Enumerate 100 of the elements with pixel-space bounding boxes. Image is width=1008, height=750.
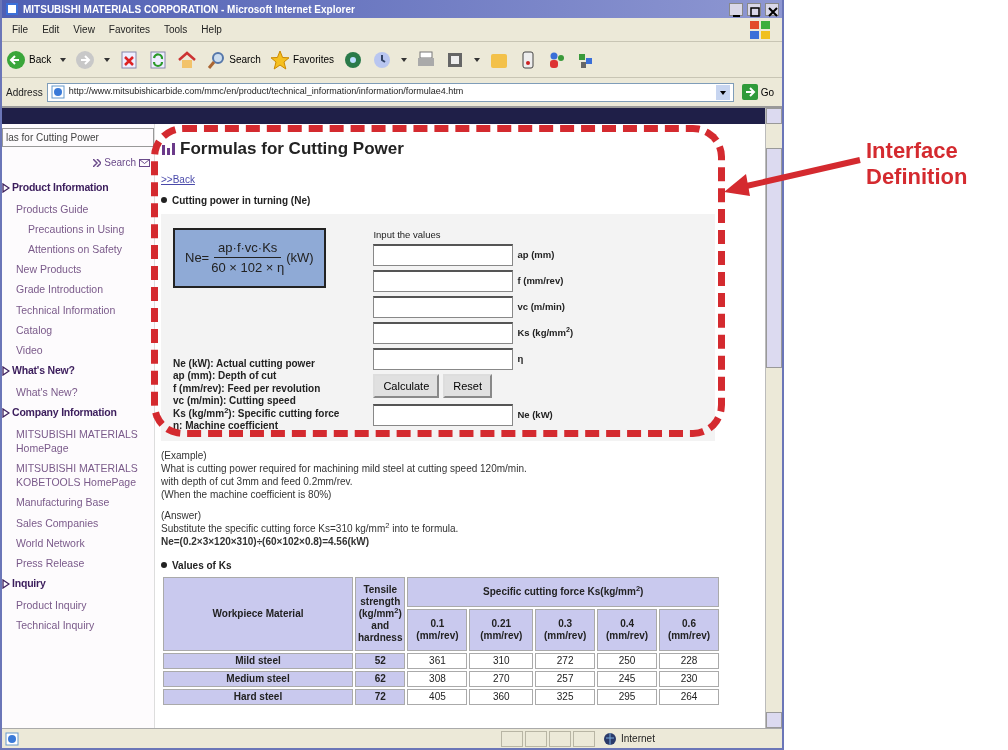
example-text: (When the machine coefficient is 80%) [161,487,333,501]
sidebar-link[interactable]: Technical Inquiry [16,618,154,633]
sidebar-link[interactable]: Video [16,342,154,358]
globe-icon [603,731,617,746]
home-icon[interactable] [177,49,198,70]
window-title: MITSUBISHI MATERIALS CORPORATION - Microsoft Internet Explorer [23,2,356,17]
table-cell: 361 [407,652,468,669]
input-field[interactable] [373,321,514,344]
input-field[interactable] [373,295,514,318]
table-cell: 230 [659,670,719,687]
sidebar-link[interactable]: Technical Information [16,302,154,317]
sidebar-link[interactable]: World Network [16,535,154,550]
sidebar-link[interactable]: Precautions in Using [28,221,154,237]
status-pane [573,730,595,747]
address-field[interactable]: http://www.mitsubishicarbide.com/mmc/en/product/technical_information/information/formulae4.htm [46,82,734,102]
back-link[interactable]: >>Back [161,171,195,187]
table-cell: 72 [355,688,406,705]
form-heading: Input the values [373,227,442,242]
back-button[interactable]: Back [6,49,52,70]
sidebar-link[interactable]: Catalog [16,322,154,337]
table-cell: 308 [407,670,468,687]
table-heading: Values of Ks [172,558,232,573]
page-icon [5,731,19,746]
zone-label: Internet [621,732,655,746]
menu-item[interactable]: Tools [164,22,188,37]
sidebar-link[interactable]: Manufacturing Base [16,495,154,510]
table-cell: Hard steel [163,688,353,705]
triangle-icon [2,579,10,590]
sidebar-link[interactable]: New Products [16,262,154,277]
table-cell: Medium steel [163,670,353,687]
input-field[interactable] [373,347,514,370]
sidebar-link[interactable]: Product Inquiry [16,597,154,613]
example-heading: (Example) [161,448,208,462]
media-icon[interactable] [343,49,364,70]
table-cell: 360 [469,688,534,705]
menu-item[interactable]: File [12,22,29,37]
maximize-button[interactable] [747,2,761,16]
caret-icon[interactable] [104,57,111,62]
table-cell: 245 [597,670,658,687]
go-button[interactable]: Go [737,84,778,100]
caret-icon[interactable] [401,57,408,62]
windows-flag-icon [748,18,772,41]
table-cell: 325 [535,688,596,705]
example-text: What is cutting power required for machining mild steel at cutting speed 120m/min. [161,461,528,475]
refresh-icon[interactable] [148,49,169,70]
sidebar-link[interactable]: Press Release [16,556,154,571]
triangle-icon [2,366,10,376]
search-link[interactable]: Search [104,155,136,170]
minimize-button[interactable] [729,2,743,16]
page-icon [5,2,19,16]
menu-item[interactable]: Help [201,22,222,37]
sidebar-link[interactable]: What's New? [16,384,154,400]
sidebar-heading[interactable]: What's New? [12,363,75,379]
stop-icon[interactable] [119,49,140,70]
chevron-icon [93,158,102,167]
bullet-icon [161,197,167,203]
example-text: with depth of cut 3mm and feed 0.2mm/rev. [161,474,354,488]
column-header: Workpiece Material [163,576,353,651]
form-button[interactable]: Reset [443,373,493,398]
status-pane [525,730,547,747]
field-label: vc (m/min) [517,299,565,314]
column-header: 0.6 (mm/rev) [659,608,719,651]
go-arrow-icon [741,84,758,100]
input-field[interactable] [373,269,514,292]
column-header: 0.21 (mm/rev) [469,608,534,651]
caret-icon[interactable] [60,57,67,62]
sidebar-heading[interactable]: Product Information [12,180,109,196]
input-field[interactable] [373,243,514,266]
table-cell: 264 [659,688,719,705]
bullet-icon [161,562,167,568]
menu-item[interactable]: Favorites [108,22,150,37]
column-header: 0.3 (mm/rev) [535,608,596,651]
triangle-icon [2,182,10,193]
sidebar-heading[interactable]: Inquiry [12,576,46,592]
search-button[interactable]: Search [206,49,261,70]
dropdown-icon[interactable] [715,84,730,100]
page-heading: Formulas for Cutting Power [180,138,404,160]
sidebar-heading[interactable]: Company Information [12,405,117,421]
sidebar-link[interactable]: Sales Companies [16,515,154,530]
field-label: f (mm/rev) [517,273,564,288]
caret-icon[interactable] [474,57,481,62]
sidebar-link[interactable]: Products Guide [16,201,154,216]
definition-text: f (mm/rev): Feed per revolution [173,382,322,395]
table-cell: 405 [407,688,468,705]
table-cell: 295 [597,688,658,705]
sidebar-link[interactable]: MITSUBISHI MATERIALS HomePage [16,426,154,456]
result-field[interactable] [373,403,514,426]
form-button[interactable]: Calculate [373,373,440,398]
history-icon[interactable] [372,49,393,70]
menu-item[interactable]: Edit [42,22,60,37]
sidebar-link[interactable]: Attentions on Safety [28,242,154,257]
column-header: Specific cutting force Ks(kg/mm$^{2}$) [407,576,719,607]
definition-text: Ks (kg/mm$^{2}$): Specific cutting force [173,407,340,420]
menu-item[interactable]: View [73,22,95,37]
favorites-button[interactable]: Favorites [269,49,335,70]
close-button[interactable] [765,2,779,16]
sidebar-link[interactable]: MITSUBISHI MATERIALS KOBETOOLS HomePage [16,461,154,490]
sidebar-link[interactable]: Grade Introduction [16,282,154,297]
table-cell: 62 [355,670,406,687]
star-icon [269,49,290,70]
